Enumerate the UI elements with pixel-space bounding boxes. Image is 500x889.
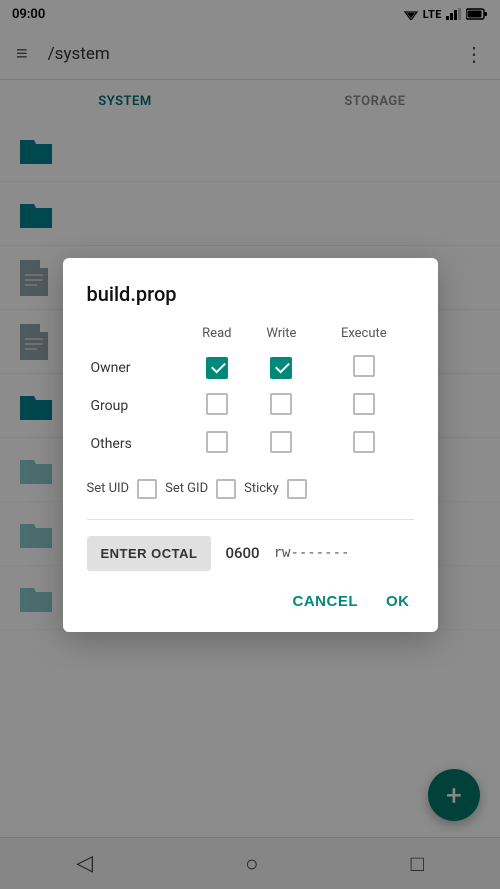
owner-label: Owner xyxy=(87,349,185,387)
perm-string: rw------- xyxy=(274,545,350,561)
set-uid-checkbox[interactable] xyxy=(137,479,157,499)
dialog-buttons: CANCEL OK xyxy=(87,587,414,616)
owner-read-cell xyxy=(185,349,249,387)
owner-read-checkbox[interactable] xyxy=(206,357,228,379)
group-row: Group xyxy=(87,387,414,425)
permissions-table: Read Write Execute Owner xyxy=(87,326,414,463)
owner-row: Owner xyxy=(87,349,414,387)
col-header-entity xyxy=(87,326,185,349)
others-label: Others xyxy=(87,425,185,463)
others-write-cell xyxy=(249,425,314,463)
set-uid-label: Set UID xyxy=(87,481,130,496)
owner-write-checkbox[interactable] xyxy=(270,357,292,379)
set-gid-checkbox[interactable] xyxy=(216,479,236,499)
group-read-cell xyxy=(185,387,249,425)
others-row: Others xyxy=(87,425,414,463)
permissions-dialog: build.prop Read Write Execute Owner xyxy=(63,258,438,632)
owner-execute-checkbox[interactable] xyxy=(353,355,375,377)
dialog-overlay: build.prop Read Write Execute Owner xyxy=(0,0,500,889)
others-write-checkbox[interactable] xyxy=(270,431,292,453)
group-write-checkbox[interactable] xyxy=(270,393,292,415)
owner-write-cell xyxy=(249,349,314,387)
enter-octal-button[interactable]: ENTER OCTAL xyxy=(87,536,212,571)
group-label: Group xyxy=(87,387,185,425)
others-execute-cell xyxy=(314,425,413,463)
divider xyxy=(87,519,414,520)
octal-row: ENTER OCTAL 0600 rw------- xyxy=(87,536,414,571)
ok-button[interactable]: OK xyxy=(382,587,414,616)
others-read-checkbox[interactable] xyxy=(206,431,228,453)
group-write-cell xyxy=(249,387,314,425)
group-execute-cell xyxy=(314,387,413,425)
octal-value: 0600 xyxy=(225,544,259,562)
others-read-cell xyxy=(185,425,249,463)
group-read-checkbox[interactable] xyxy=(206,393,228,415)
set-gid-label: Set GID xyxy=(165,481,208,496)
col-header-execute: Execute xyxy=(314,326,413,349)
owner-execute-cell xyxy=(314,349,413,387)
cancel-button[interactable]: CANCEL xyxy=(289,587,363,616)
others-execute-checkbox[interactable] xyxy=(353,431,375,453)
dialog-title: build.prop xyxy=(87,282,414,306)
sticky-label: Sticky xyxy=(244,481,279,496)
group-execute-checkbox[interactable] xyxy=(353,393,375,415)
col-header-read: Read xyxy=(185,326,249,349)
special-bits-row: Set UID Set GID Sticky xyxy=(87,479,414,499)
sticky-checkbox[interactable] xyxy=(287,479,307,499)
col-header-write: Write xyxy=(249,326,314,349)
